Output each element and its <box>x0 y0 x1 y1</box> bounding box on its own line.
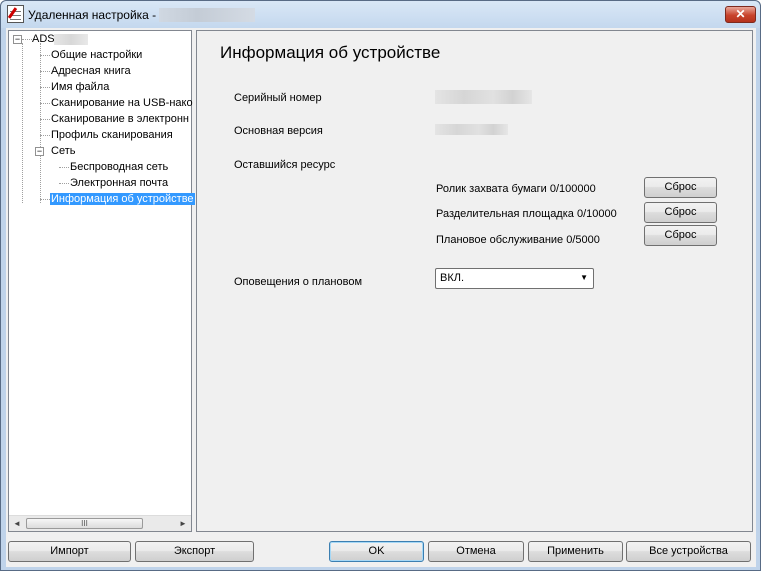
reset-pickup-roller-button[interactable]: Сброс <box>644 177 717 198</box>
settings-tree: − ADS Общие настройки Адресная книга Имя… <box>8 30 195 532</box>
scroll-left-icon[interactable]: ◄ <box>9 516 25 532</box>
client-area: − ADS Общие настройки Адресная книга Имя… <box>6 28 756 567</box>
maintenance-notification-label: Оповещения о плановом <box>234 276 363 288</box>
main-version-redacted <box>435 124 508 135</box>
tree-item-label: Имя файла <box>51 81 110 93</box>
remote-setup-window: Удаленная настройка - ✕ − ADS Общие наст… <box>0 0 761 571</box>
export-button[interactable]: Экспорт <box>135 541 254 562</box>
title-bar[interactable]: Удаленная настройка - ✕ <box>1 1 760 28</box>
cancel-button[interactable]: Отмена <box>428 541 524 562</box>
tree-item-address-book[interactable]: Адресная книга <box>51 64 131 79</box>
tree-item-label: Электронная почта <box>70 177 169 189</box>
tree-item-scan-to-email[interactable]: Сканирование в электронн <box>51 112 189 127</box>
scheduled-maintenance-label: Плановое обслуживание 0/5000 <box>436 234 600 246</box>
main-version-label: Основная версия <box>234 125 323 137</box>
maintenance-notification-select[interactable]: ВКЛ. ▼ <box>435 268 594 289</box>
select-value: ВКЛ. <box>440 272 465 284</box>
tree-item-scan-profile[interactable]: Профиль сканирования <box>51 128 173 143</box>
tree-item-email[interactable]: Электронная почта <box>70 176 168 191</box>
tree-item-network[interactable]: Сеть <box>51 144 75 159</box>
tree-item-general[interactable]: Общие настройки <box>51 48 142 63</box>
tree-item-label: Информация об устройстве <box>50 193 195 205</box>
collapse-root-icon[interactable]: − <box>13 35 22 44</box>
chevron-down-icon: ▼ <box>580 273 588 282</box>
scroll-thumb[interactable]: III <box>26 518 143 529</box>
reset-scheduled-maintenance-button[interactable]: Сброс <box>644 225 717 246</box>
remaining-resource-label: Оставшийся ресурс <box>234 159 336 171</box>
tree-item-label: Сканирование на USB-нако <box>51 97 193 109</box>
apply-button[interactable]: Применить <box>528 541 623 562</box>
tree-root[interactable]: ADS <box>32 32 55 47</box>
serial-number-redacted <box>435 90 532 104</box>
pickup-roller-label: Ролик захвата бумаги 0/100000 <box>436 183 596 195</box>
tree-item-label: Профиль сканирования <box>51 129 173 141</box>
tree-root-label: ADS <box>32 33 55 45</box>
page-title: Информация об устройстве <box>220 43 441 62</box>
tree-item-label: Общие настройки <box>51 49 143 61</box>
tree-item-label: Сеть <box>51 145 76 157</box>
tree-item-label: Сканирование в электронн <box>51 113 189 125</box>
tree-item-scan-to-usb[interactable]: Сканирование на USB-нако <box>51 96 193 111</box>
close-button[interactable]: ✕ <box>725 6 756 23</box>
separation-pad-label: Разделительная площадка 0/10000 <box>436 208 617 220</box>
title-redacted-device-name <box>159 8 255 22</box>
window-title: Удаленная настройка - <box>28 8 157 22</box>
scroll-right-icon[interactable]: ► <box>175 516 191 532</box>
root-redacted-model <box>54 34 88 45</box>
reset-separation-pad-button[interactable]: Сброс <box>644 202 717 223</box>
tree-item-label: Адресная книга <box>51 65 131 77</box>
serial-number-label: Серийный номер <box>234 92 322 104</box>
tree-horizontal-scrollbar[interactable]: ◄ III ► <box>9 515 191 531</box>
tree-item-label: Беспроводная сеть <box>70 161 169 173</box>
collapse-network-icon[interactable]: − <box>35 147 44 156</box>
ok-button[interactable]: OK <box>329 541 424 562</box>
import-button[interactable]: Импорт <box>8 541 131 562</box>
tree-item-wireless[interactable]: Беспроводная сеть <box>70 160 168 175</box>
app-icon <box>7 5 24 23</box>
all-devices-button[interactable]: Все устройства <box>626 541 751 562</box>
device-info-pane: Информация об устройстве Серийный номер … <box>196 30 753 532</box>
tree-item-file-name[interactable]: Имя файла <box>51 80 109 95</box>
tree-item-device-info[interactable]: Информация об устройстве <box>50 192 195 207</box>
